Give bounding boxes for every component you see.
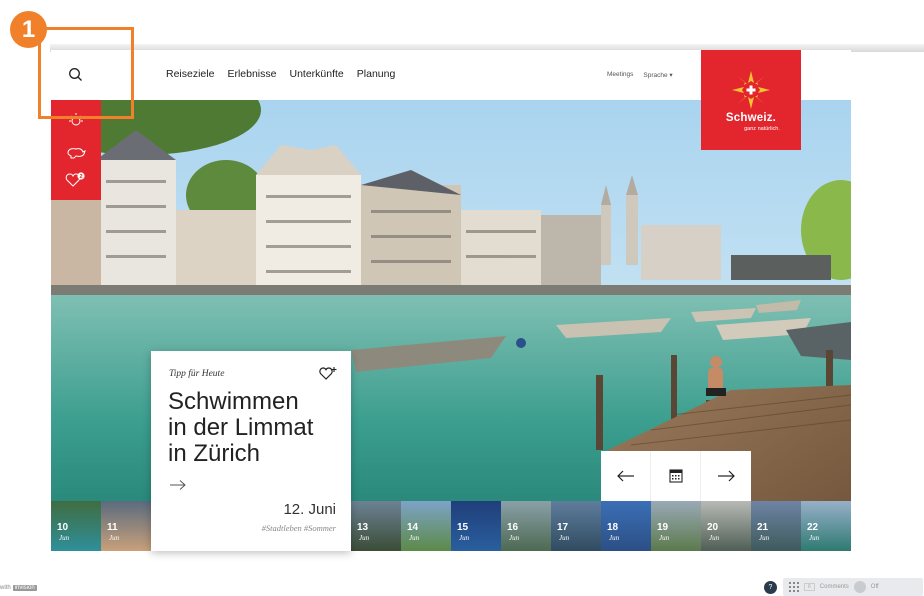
help-button[interactable]: ? <box>764 580 777 594</box>
thumbnail-day-number: 19 <box>657 522 669 533</box>
invision-badge[interactable]: with invision <box>0 585 37 591</box>
nav-link-erlebnisse[interactable]: Erlebnisse <box>227 68 276 80</box>
thumbnail-month: Jun <box>609 534 620 542</box>
swiss-star-logo <box>732 71 770 109</box>
comments-label[interactable]: Comments <box>820 584 849 590</box>
nav-link-unterkuenfte[interactable]: Unterkünfte <box>289 68 343 80</box>
language-select[interactable]: Sprache ▾ <box>643 71 672 79</box>
card-title-line: Schwimmen <box>168 388 299 415</box>
thumbnail-month: Jun <box>709 534 720 542</box>
heart-plus-icon[interactable] <box>319 366 337 381</box>
logo-brand: Schweiz. <box>725 112 777 124</box>
card-date: 12. Juni <box>283 501 336 518</box>
thumbnail-month: Jun <box>659 534 670 542</box>
calendar-button[interactable] <box>651 451 701 501</box>
thumbnail-month: Jun <box>109 534 120 542</box>
thumbnail-day-number: 14 <box>407 522 419 533</box>
card-title: Schwimmen in der Limmat in Zürich <box>168 389 348 467</box>
thumbnail-day[interactable]: 18 Jun <box>601 501 651 551</box>
arrow-right-icon[interactable] <box>169 479 187 491</box>
cow-icon[interactable] <box>65 144 87 160</box>
thumbnail-day-number: 13 <box>357 522 369 533</box>
thumbnail-day[interactable]: 19 Jun <box>651 501 701 551</box>
schweiz-logo[interactable]: Schweiz. ganz natürlich. <box>701 50 801 150</box>
thumbnail-month: Jun <box>409 534 420 542</box>
comments-bar: 6 Comments Off <box>783 578 923 596</box>
thumbnail-month: Jun <box>459 534 470 542</box>
thumbnail-day-number: 15 <box>457 522 469 533</box>
thumbnail-month: Jun <box>359 534 370 542</box>
day-navigation-controls <box>601 451 751 501</box>
arrow-left-icon <box>617 470 634 482</box>
page: Reiseziele Erlebnisse Unterkünfte Planun… <box>0 0 924 596</box>
card-title-line: in der Limmat <box>168 414 314 441</box>
arrow-right-icon <box>718 470 735 482</box>
thumbnail-day-number: 10 <box>57 522 69 533</box>
card-title-line: in Zürich <box>168 440 261 467</box>
nav-link-reiseziele[interactable]: Reiseziele <box>166 68 214 80</box>
thumbnail-day[interactable]: 11 Jun <box>101 501 151 551</box>
meetings-link[interactable]: Meetings <box>607 71 633 79</box>
grid-icon[interactable] <box>789 582 799 592</box>
previous-day-button[interactable] <box>601 451 651 501</box>
nav-links: Reiseziele Erlebnisse Unterkünfte Planun… <box>166 68 395 80</box>
thumbnail-day[interactable]: 15 Jun <box>451 501 501 551</box>
thumbnail-day-number: 21 <box>757 522 769 533</box>
thumbnail-day[interactable]: 10 Jun <box>51 501 101 551</box>
page-indicator[interactable]: 6 <box>804 583 815 591</box>
next-day-button[interactable] <box>701 451 751 501</box>
thumbnail-month: Jun <box>509 534 520 542</box>
calendar-icon <box>669 469 683 483</box>
card-eyebrow: Tipp für Heute <box>169 369 225 379</box>
thumbnail-day-number: 16 <box>507 522 519 533</box>
footer-with-text: with <box>0 585 11 591</box>
tip-of-the-day-card[interactable]: Tipp für Heute Schwimmen in der Limmat i… <box>151 351 351 551</box>
thumbnail-day-number: 17 <box>557 522 569 533</box>
thumbnail-day[interactable]: 22 Jun <box>801 501 851 551</box>
top-band <box>0 0 924 50</box>
thumbnail-day-number: 20 <box>707 522 719 533</box>
comments-toggle[interactable] <box>853 581 866 593</box>
nav-link-planung[interactable]: Planung <box>357 68 396 80</box>
comments-toggle-label: Off <box>870 584 879 590</box>
thumbnail-day[interactable]: 13 Jun <box>351 501 401 551</box>
thumbnail-day-number: 22 <box>807 522 819 533</box>
thumbnail-day-number: 18 <box>607 522 619 533</box>
thumbnail-day-number: 11 <box>107 522 118 533</box>
invision-logo: invision <box>12 585 37 591</box>
thumbnail-month: Jun <box>809 534 820 542</box>
prototype-toolbar: ? 6 Comments Off <box>764 578 923 596</box>
annotation-highlight-box <box>38 27 134 119</box>
thumbnail-day[interactable]: 17 Jun <box>551 501 601 551</box>
annotation-number-badge: 1 <box>10 11 47 48</box>
thumbnail-day[interactable]: 20 Jun <box>701 501 751 551</box>
favorites-count: 2 <box>79 174 82 180</box>
nav-utility: Meetings Sprache ▾ <box>607 71 673 79</box>
thumbnail-day[interactable]: 16 Jun <box>501 501 551 551</box>
thumbnail-day[interactable]: 14 Jun <box>401 501 451 551</box>
thumbnail-month: Jun <box>559 534 570 542</box>
card-tags[interactable]: #Stadtleben #Sommer <box>262 523 336 533</box>
thumbnail-month: Jun <box>759 534 770 542</box>
logo-slogan: ganz natürlich. <box>744 126 780 132</box>
thumbnail-month: Jun <box>59 534 70 542</box>
thumbnail-day[interactable]: 21 Jun <box>751 501 801 551</box>
favorites-heart-icon[interactable]: 2 <box>65 172 87 188</box>
